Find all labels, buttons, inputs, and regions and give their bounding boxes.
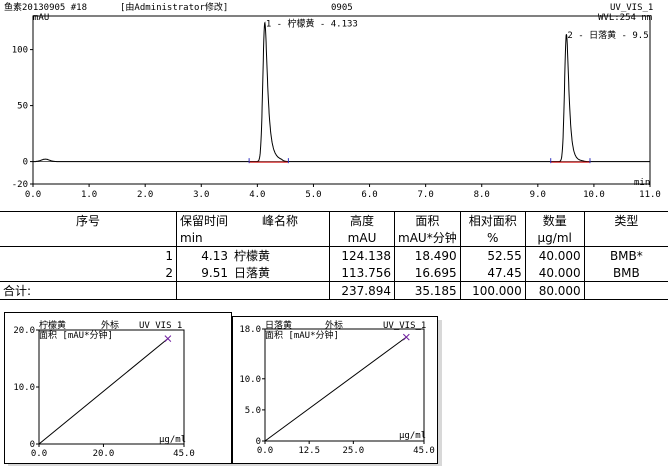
x-tick-label: 5.0 [305, 190, 321, 200]
chromatogram-plot: -20 0 50 100 0.0 1.0 2.0 3.0 4.0 5.0 6.0 7.0 8.0 9.0 1… [12, 15, 661, 200]
col-header: 保留时间 [176, 211, 232, 229]
peak-type: BMB [583, 264, 668, 282]
cal-x-tick-label: 25.0 [342, 446, 364, 456]
y-tick-label: 0 [23, 158, 28, 168]
results-table: 序号 保留时间 峰名称 高度 面积 相对面积 数量 类型 min mAU mAU… [0, 211, 668, 300]
cal-y-tick-label: 5.0 [245, 406, 261, 416]
cal-x-tick-label: 20.0 [93, 449, 115, 459]
x-tick-label: 9.0 [530, 190, 546, 200]
cal-y-tick-label: 10.0 [239, 375, 261, 385]
y-tick-label: -20 [12, 180, 28, 190]
x-tick-label: 1.0 [81, 190, 97, 200]
x-tick-label: 8.0 [474, 190, 490, 200]
plot-frame [32, 15, 651, 185]
peak-no: 2 [0, 264, 177, 282]
calibration-plot-2: 05.010.018.00.0 12.5 25.0 45.0 [239, 325, 435, 456]
total-relative-area: 100.000 [459, 281, 526, 300]
y-tick-label: 50 [17, 102, 28, 112]
peak-height: 124.138 [329, 246, 395, 264]
x-tick-label: 2.0 [137, 190, 153, 200]
amount: 40.000 [524, 246, 585, 264]
peak-name: 日落黄 [231, 264, 330, 282]
total-height: 237.894 [329, 281, 395, 300]
x-tick-label: 7.0 [418, 190, 434, 200]
relative-area: 47.45 [459, 264, 526, 282]
table-units-row: min mAU mAU*分钟 % μg/ml [0, 229, 668, 247]
unit-cell: mAU*分钟 [394, 229, 461, 247]
total-label: 合计: [0, 281, 177, 300]
col-header: 序号 [0, 211, 177, 229]
col-header: 峰名称 [231, 211, 330, 229]
cal-y-tick-label: 20.0 [13, 326, 35, 336]
signal-trace [33, 21, 650, 163]
peak-no: 1 [165, 248, 173, 263]
retention-time: 9.51 [176, 264, 232, 282]
x-tick-label: 3.0 [193, 190, 209, 200]
col-header: 类型 [583, 211, 668, 229]
x-tick-label: 10.0 [583, 190, 605, 200]
unit-cell [0, 229, 177, 247]
cal-frame [264, 328, 425, 442]
peak-label: 1 - 柠檬黄 - 4.133 [266, 18, 358, 30]
x-tick-label: 11.0 [639, 190, 661, 200]
calibration-line [264, 336, 407, 442]
cal-y-tick-label: 10.0 [13, 383, 35, 393]
peak-area: 18.490 [394, 246, 461, 264]
unit-cell [231, 229, 330, 247]
amount: 40.000 [524, 264, 585, 282]
total-area: 35.185 [394, 281, 461, 300]
peak-label: 2 - 日落黄 - 9.5 [567, 29, 648, 41]
unit-cell: μg/ml [524, 229, 585, 247]
y-tick-label: 100 [12, 46, 28, 56]
chromatogram-panel: 鱼素20130905 #18 [由Administrator修改] 0905 U… [0, 0, 671, 206]
calibration-panel-2: 日落黄 外标 UV_VIS_1 面积 [mAU*分钟] μg/ml 0 5.0 10… [232, 316, 438, 464]
cal-x-tick-label: 45.0 [413, 446, 435, 456]
cal-y-tick-label: 18.0 [239, 325, 261, 335]
unit-cell [583, 229, 668, 247]
unit-cell: mAU [329, 229, 395, 247]
calibration-line [38, 338, 169, 445]
cal-x-tick-label: 0.0 [31, 449, 47, 459]
col-header: 高度 [329, 211, 395, 229]
peak-type: BMB* [583, 246, 668, 264]
x-tick-label: 6.0 [361, 190, 377, 200]
col-header: 相对面积 [459, 211, 526, 229]
col-header: 数量 [524, 211, 585, 229]
table-row: 2 9.51 日落黄 113.756 16.695 47.45 40.000 B… [0, 264, 668, 282]
cal-frame [38, 329, 185, 445]
calibration-plot-1: 010.020.00.0 20.0 45.0 [13, 326, 195, 459]
table-header-row: 序号 保留时间 峰名称 高度 面积 相对面积 数量 类型 [0, 211, 668, 229]
cal-x-tick-label: 12.5 [298, 446, 320, 456]
col-header: 面积 [394, 211, 461, 229]
peak-height: 113.756 [329, 264, 395, 282]
relative-area: 52.55 [459, 246, 526, 264]
cal-x-tick-label: 0.0 [257, 446, 273, 456]
retention-time: 4.13 [176, 246, 232, 264]
calibration-panel-1: 柠檬黄 外标 UV_VIS_1 面积 [mAU*分钟] μg/ml 0 10.0 2… [4, 312, 232, 464]
total-amount: 80.000 [524, 281, 585, 300]
peak-area: 16.695 [394, 264, 461, 282]
cal-x-tick-label: 45.0 [173, 449, 195, 459]
unit-cell: min [176, 229, 232, 247]
x-tick-label: 0.0 [25, 190, 41, 200]
table-total-row: 合计: 237.894 35.185 100.000 80.000 [0, 281, 668, 300]
x-tick-label: 4.0 [249, 190, 265, 200]
table-row: 1 4.13 柠檬黄 124.138 18.490 52.55 40.000 B… [0, 246, 668, 264]
peak-name: 柠檬黄 [234, 249, 271, 263]
unit-cell: % [459, 229, 526, 247]
